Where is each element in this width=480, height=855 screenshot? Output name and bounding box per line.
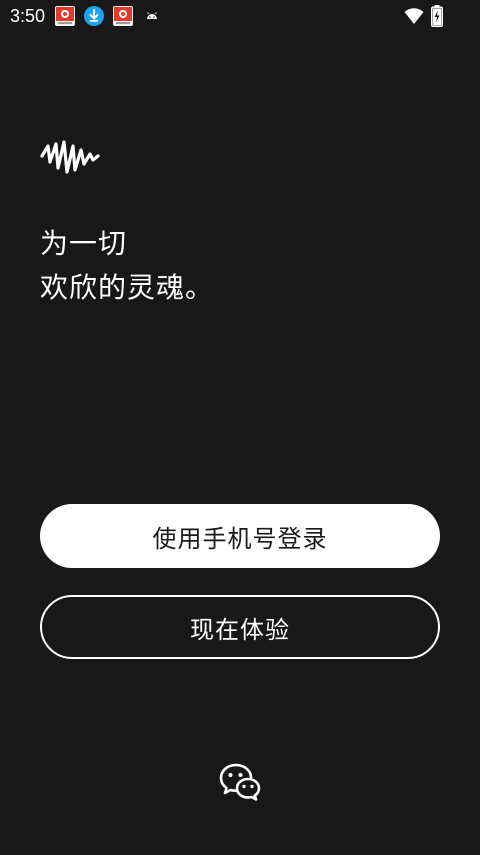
- phone-login-label: 使用手机号登录: [152, 524, 328, 553]
- try-now-label: 现在体验: [190, 615, 290, 644]
- status-bar: 3:50: [0, 0, 480, 32]
- app-notification-icon: [113, 6, 133, 26]
- app-notification-icon: [55, 6, 75, 26]
- tagline-line-1: 为一切: [40, 227, 128, 260]
- soundwave-logo-icon: [40, 140, 100, 174]
- android-icon: [147, 12, 157, 19]
- try-now-button[interactable]: 现在体验: [40, 595, 440, 659]
- phone-login-button[interactable]: 使用手机号登录: [40, 504, 440, 568]
- status-time: 3:50: [10, 6, 46, 26]
- download-icon: [84, 6, 104, 26]
- wifi-icon: [404, 8, 424, 24]
- battery-charging-icon: [431, 5, 443, 27]
- wechat-icon[interactable]: [219, 762, 261, 802]
- tagline-line-2: 欢欣的灵魂。: [40, 271, 215, 304]
- tagline: 为一切 欢欣的灵魂。: [40, 222, 214, 310]
